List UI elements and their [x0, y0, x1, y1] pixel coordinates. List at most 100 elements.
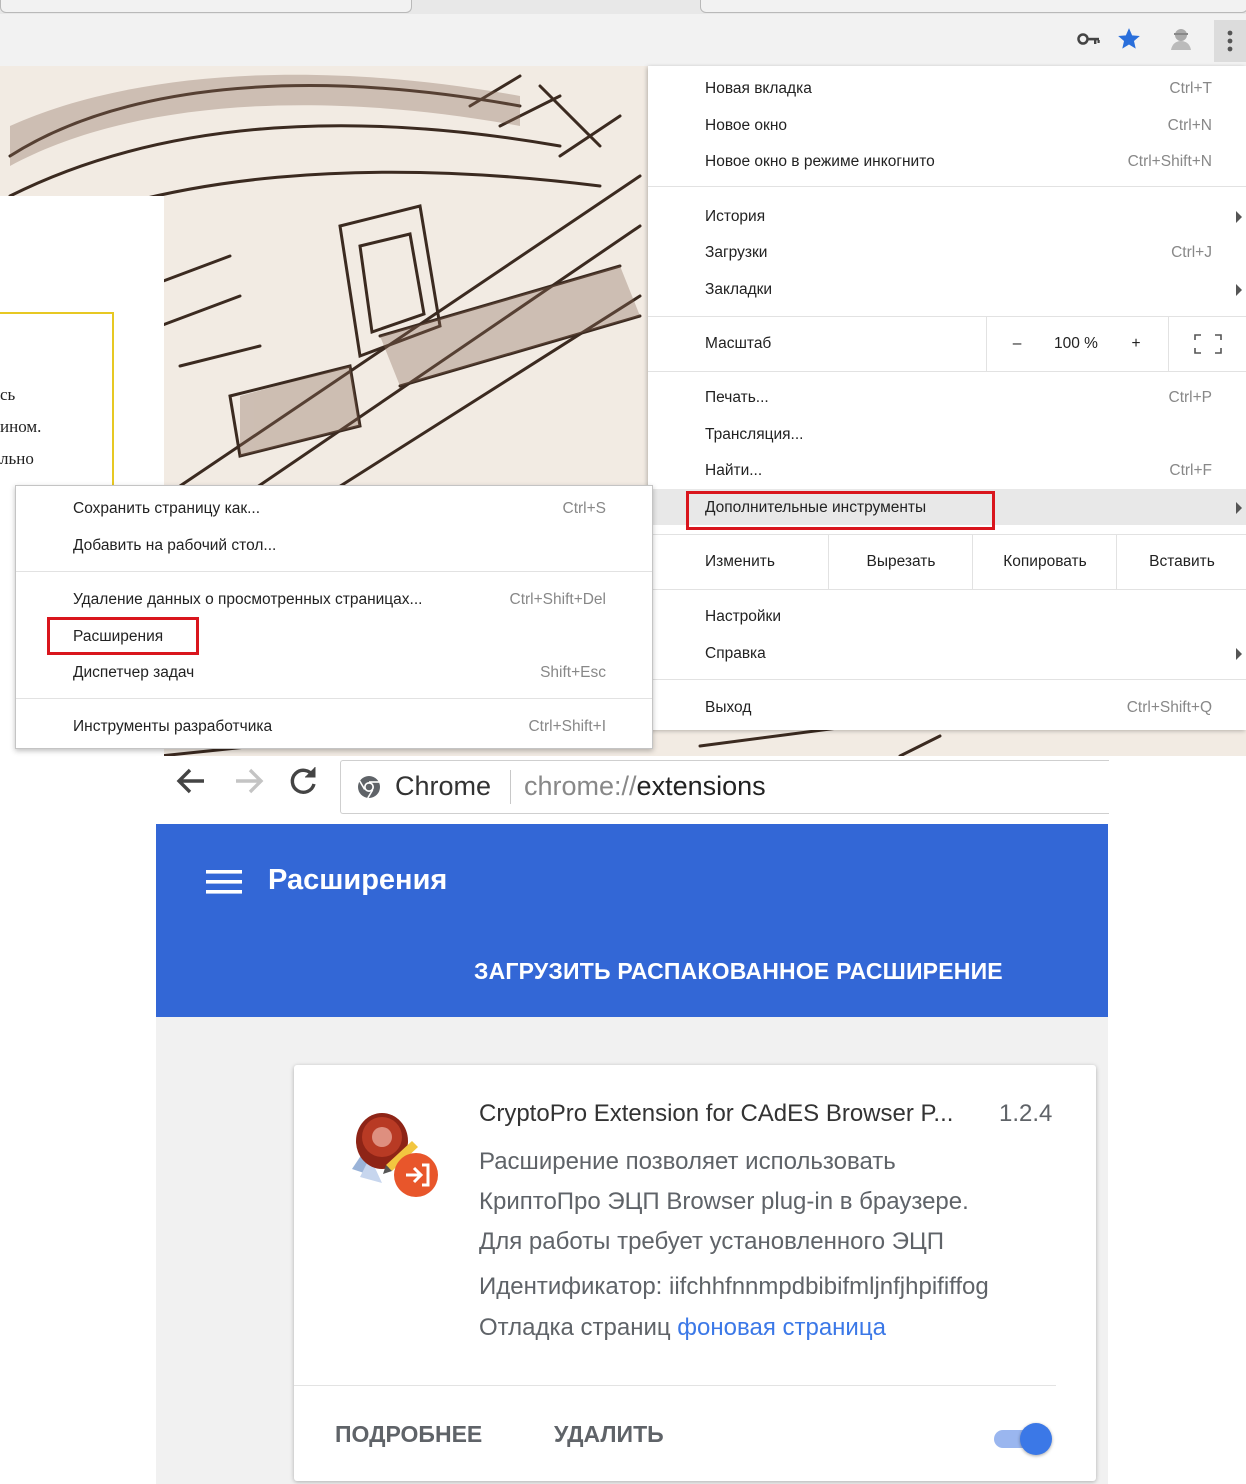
card-divider: [294, 1385, 1056, 1386]
reload-icon: [290, 767, 316, 794]
chrome-main-menu: Новая вкладка Ctrl+T Новое окно Ctrl+N Н…: [648, 66, 1246, 730]
menu-item-label: Новое окно в режиме инкогнито: [705, 153, 935, 170]
background-page-link[interactable]: фоновая страница: [677, 1314, 886, 1341]
extension-description-line: КриптоПро ЭЦП Browser plug-in в браузере…: [479, 1188, 969, 1215]
remove-button[interactable]: УДАЛИТЬ: [554, 1421, 664, 1448]
extension-name: CryptoPro Extension for CAdES Browser P.…: [479, 1100, 954, 1127]
menu-item-new-tab[interactable]: Новая вкладка Ctrl+T: [648, 70, 1246, 106]
menu-divider: [648, 589, 1246, 590]
menu-edit-row: Изменить Вырезать Копировать Вставить: [648, 535, 1246, 589]
menu-divider: [648, 371, 1246, 372]
highlight-box: [686, 491, 995, 530]
omnibox[interactable]: Chrome chrome://extensions: [340, 760, 1109, 814]
menu-item-label: Выход: [705, 699, 752, 716]
key-icon[interactable]: [1074, 24, 1104, 54]
enable-toggle[interactable]: [992, 1421, 1052, 1455]
menu-item-label: История: [705, 208, 766, 225]
submenu-arrow-icon: [1236, 648, 1242, 660]
menu-item-label: Диспетчер задач: [73, 664, 195, 681]
extensions-header: Расширения ЗАГРУЗИТЬ РАСПАКОВАННОЕ РАСШИ…: [156, 824, 1108, 1017]
hamburger-menu-icon[interactable]: [206, 868, 242, 901]
menu-divider: [648, 679, 1246, 680]
forward-arrow-icon: [236, 768, 264, 794]
page-title: Расширения: [268, 864, 448, 896]
inspect-views: Отладка страниц фоновая страница: [479, 1314, 886, 1342]
edit-label: Изменить: [705, 553, 775, 570]
reload-button[interactable]: [286, 764, 320, 807]
tab-strip: [0, 0, 1246, 15]
menu-item-incognito[interactable]: Новое окно в режиме инкогнито Ctrl+Shift…: [648, 143, 1246, 179]
extension-version: 1.2.4: [999, 1100, 1053, 1127]
menu-item-label: Найти...: [705, 462, 763, 479]
load-unpacked-button[interactable]: ЗАГРУЗИТЬ РАСПАКОВАННОЕ РАСШИРЕНИЕ: [474, 958, 1003, 985]
zoom-label: Масштаб: [705, 335, 772, 352]
menu-item-label: Инструменты разработчика: [73, 718, 273, 735]
menu-item-clear-browsing-data[interactable]: Удаление данных о просмотренных страница…: [16, 581, 652, 617]
menu-item-shortcut: Ctrl+Shift+N: [1127, 153, 1212, 170]
page-text-fragment: льно: [0, 449, 34, 468]
zoom-in-button[interactable]: +: [1106, 317, 1166, 371]
omnibox-divider: [510, 770, 511, 804]
tab[interactable]: [700, 0, 1246, 13]
menu-item-cast[interactable]: Трансляция...: [648, 416, 1246, 452]
menu-item-settings[interactable]: Настройки: [648, 598, 1246, 634]
menu-item-shortcut: Ctrl+T: [1169, 80, 1212, 97]
submenu-arrow-icon: [1236, 211, 1242, 223]
submenu-arrow-icon: [1236, 284, 1242, 296]
menu-item-label: Настройки: [705, 608, 782, 625]
menu-item-shortcut: Ctrl+Shift+I: [528, 718, 606, 735]
menu-item-shortcut: Ctrl+N: [1167, 117, 1212, 134]
menu-divider: [16, 571, 652, 572]
cryptopro-extension-icon: [342, 1107, 442, 1204]
extension-user-icon[interactable]: [1166, 24, 1196, 54]
menu-item-label: Трансляция...: [705, 426, 804, 443]
menu-item-bookmarks[interactable]: Закладки: [648, 271, 1246, 307]
zoom-plus-label: +: [1131, 335, 1141, 352]
menu-item-shortcut: Shift+Esc: [540, 664, 606, 681]
toggle-knob: [1020, 1423, 1052, 1455]
copy-label: Копировать: [1003, 553, 1087, 570]
omnibox-site-label: Chrome: [395, 771, 492, 801]
menu-item-shortcut: Ctrl+P: [1168, 389, 1213, 406]
highlight-box: [47, 617, 199, 655]
submenu-arrow-icon: [1236, 502, 1242, 514]
cut-label: Вырезать: [866, 553, 936, 570]
page-text-fragment: сь: [0, 385, 16, 404]
menu-item-developer-tools[interactable]: Инструменты разработчика Ctrl+Shift+I: [16, 708, 652, 744]
extension-card: CryptoPro Extension for CAdES Browser P.…: [294, 1065, 1096, 1481]
menu-item-label: Справка: [705, 645, 766, 662]
menu-item-downloads[interactable]: Загрузки Ctrl+J: [648, 234, 1246, 270]
menu-item-help[interactable]: Справка: [648, 635, 1246, 671]
menu-divider: [16, 698, 652, 699]
zoom-minus-label: –: [1012, 335, 1022, 352]
menu-item-save-page[interactable]: Сохранить страницу как... Ctrl+S: [16, 490, 652, 526]
menu-item-exit[interactable]: Выход Ctrl+Shift+Q: [648, 689, 1246, 725]
menu-item-new-window[interactable]: Новое окно Ctrl+N: [648, 107, 1246, 143]
forward-button[interactable]: [232, 764, 266, 807]
menu-item-find[interactable]: Найти... Ctrl+F: [648, 452, 1246, 488]
zoom-out-button[interactable]: –: [986, 317, 1047, 371]
page-text-fragment: ином.: [0, 417, 42, 436]
menu-item-shortcut: Ctrl+Shift+Del: [509, 591, 606, 608]
menu-item-shortcut: Ctrl+S: [562, 500, 607, 517]
menu-dots-icon[interactable]: [1214, 20, 1246, 62]
fullscreen-button[interactable]: [1168, 317, 1246, 371]
cut-button[interactable]: Вырезать: [828, 535, 973, 589]
tab[interactable]: [0, 0, 412, 13]
fullscreen-icon: [1194, 334, 1222, 354]
menu-item-label: Добавить на рабочий стол...: [73, 537, 277, 554]
star-icon[interactable]: [1114, 24, 1144, 54]
paste-label: Вставить: [1149, 553, 1215, 570]
back-button[interactable]: [174, 764, 208, 807]
menu-item-task-manager[interactable]: Диспетчер задач Shift+Esc: [16, 654, 652, 690]
extension-description-line: Расширение позволяет использовать: [479, 1148, 896, 1175]
menu-item-history[interactable]: История: [648, 198, 1246, 234]
menu-item-print[interactable]: Печать... Ctrl+P: [648, 379, 1246, 415]
menu-item-add-to-desktop[interactable]: Добавить на рабочий стол...: [16, 527, 652, 563]
menu-item-label: Удаление данных о просмотренных страница…: [73, 591, 423, 608]
paste-button[interactable]: Вставить: [1116, 535, 1246, 589]
inspect-views-label: Отладка страниц: [479, 1314, 671, 1341]
details-button[interactable]: ПОДРОБНЕЕ: [335, 1421, 482, 1448]
back-arrow-icon: [176, 768, 204, 794]
copy-button[interactable]: Копировать: [972, 535, 1117, 589]
